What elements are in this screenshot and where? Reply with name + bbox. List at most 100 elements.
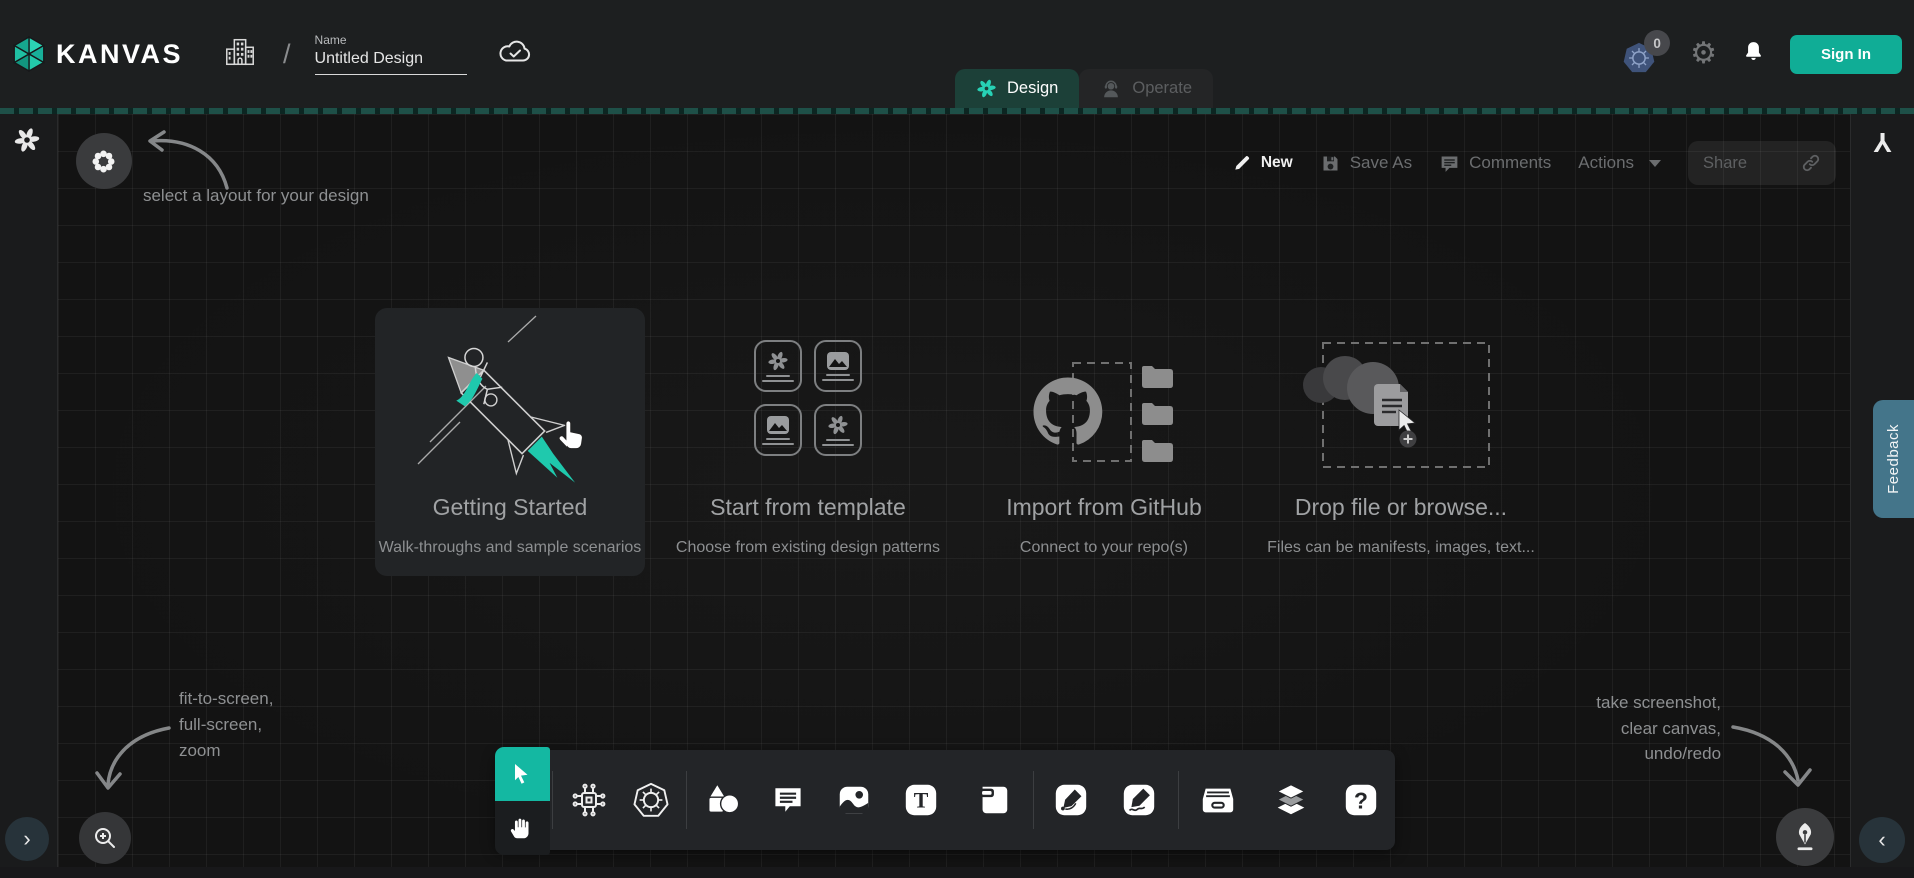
design-canvas[interactable]: select a layout for your design: [58, 114, 1850, 867]
kubernetes-wheel-icon: [632, 781, 670, 819]
drawer-icon: [1199, 781, 1237, 819]
pen-tool[interactable]: [1051, 780, 1091, 820]
text-tool[interactable]: T: [901, 780, 941, 820]
pencil-draw-tool[interactable]: [1119, 780, 1159, 820]
zoom-button[interactable]: [79, 812, 131, 864]
design-name-input[interactable]: Untitled Design: [315, 50, 467, 75]
spinner-swirl-icon[interactable]: [13, 126, 41, 159]
notifications-bell-icon[interactable]: [1741, 39, 1766, 70]
fork-y-icon[interactable]: Y: [1851, 126, 1914, 158]
select-tool-button[interactable]: [495, 747, 550, 801]
select-tool-flyout: [495, 747, 550, 855]
card-getting-started[interactable]: Getting Started Walk-throughs and sample…: [375, 308, 645, 576]
pinwheel-icon: [767, 350, 789, 372]
shapes-tool[interactable]: [703, 780, 743, 820]
pan-hand-tool-button[interactable]: [495, 801, 550, 855]
chevron-right-icon: ›: [23, 826, 30, 852]
comment-bubble-icon: [770, 782, 806, 818]
actions-dropdown[interactable]: Actions: [1578, 153, 1661, 173]
card-start-from-template[interactable]: Start from template Choose from existing…: [673, 308, 943, 576]
image-icon: [835, 781, 873, 819]
expand-left-panel-button[interactable]: ›: [5, 817, 49, 861]
layers-icon: [1272, 781, 1310, 819]
assets-drawer-tool[interactable]: [1198, 780, 1238, 820]
card-drop-file-or-browse[interactable]: Drop file or browse... Files can be mani…: [1266, 308, 1536, 576]
canvas-actions-toolbar: New Save As: [1232, 141, 1836, 185]
tab-operate[interactable]: Operate: [1079, 69, 1213, 108]
layout-flower-icon: [90, 148, 117, 175]
save-as-label: Save As: [1350, 153, 1412, 173]
caret-down-icon: [1649, 160, 1661, 167]
template-tile: [754, 404, 802, 456]
bottom-toolbar: T: [495, 750, 1395, 850]
component-chip-tool[interactable]: [569, 780, 609, 820]
new-label: New: [1261, 154, 1293, 172]
pointer-hand-cursor: [553, 414, 593, 459]
magnifier-plus-icon: [90, 823, 120, 853]
brand-hexagon-icon: [12, 35, 46, 73]
pen-nib-icon: [1790, 820, 1820, 854]
share-button[interactable]: Share: [1688, 141, 1836, 185]
card-subtitle: Files can be manifests, images, text...: [1266, 539, 1536, 557]
layers-tool[interactable]: [1271, 780, 1311, 820]
zoom-hint-text: fit-to-screen, full-screen, zoom: [179, 686, 273, 764]
tab-design-label: Design: [1007, 79, 1058, 98]
kubernetes-tool[interactable]: [631, 780, 671, 820]
feedback-tab[interactable]: Feedback: [1873, 400, 1914, 518]
card-title: Drop file or browse...: [1266, 494, 1536, 521]
pen-nib-button[interactable]: [1776, 808, 1834, 866]
comments-button[interactable]: Comments: [1439, 153, 1551, 174]
svg-text:?: ?: [1354, 788, 1368, 814]
card-subtitle: Walk-throughs and sample scenarios: [375, 539, 645, 557]
breadcrumb-separator: /: [283, 39, 291, 70]
template-tile: [754, 340, 802, 392]
hand-icon: [509, 815, 535, 841]
main-area: › select a layout for your design: [0, 114, 1914, 867]
pencil-scribble-icon: [1120, 781, 1158, 819]
screenshot-hint-text: take screenshot, clear canvas, undo/redo: [1596, 690, 1721, 767]
brand-logo[interactable]: KANVAS: [12, 35, 183, 73]
pinwheel-icon: [827, 414, 849, 436]
card-title: Getting Started: [375, 494, 645, 521]
comments-icon: [1439, 153, 1460, 174]
bottom-strip: [0, 867, 1914, 878]
collapse-right-panel-button[interactable]: ‹: [1859, 817, 1905, 863]
svg-text:T: T: [914, 789, 929, 813]
note-tool[interactable]: [973, 780, 1013, 820]
note-icon: [974, 781, 1012, 819]
floppy-save-icon: [1320, 153, 1341, 174]
cluster-count-badge: 0: [1644, 30, 1670, 56]
image-icon: [826, 351, 850, 371]
question-mark-icon: ?: [1342, 781, 1380, 819]
comment-tool[interactable]: [768, 780, 808, 820]
text-t-icon: T: [902, 781, 940, 819]
settings-gear-icon[interactable]: ⚙: [1690, 39, 1717, 69]
design-name-label: Name: [315, 33, 467, 47]
card-subtitle: Connect to your repo(s): [969, 539, 1239, 557]
cursor-arrow-icon: [510, 762, 534, 786]
operate-headset-icon: [1100, 78, 1122, 100]
sign-in-button[interactable]: Sign In: [1790, 35, 1902, 74]
template-tile: [814, 404, 862, 456]
template-tile: [814, 340, 862, 392]
new-design-button[interactable]: New: [1232, 153, 1293, 173]
image-icon: [766, 415, 790, 435]
comments-label: Comments: [1469, 153, 1551, 173]
help-tool[interactable]: ?: [1341, 780, 1381, 820]
card-import-from-github[interactable]: Import from GitHub Connect to your repo(…: [969, 308, 1239, 576]
feedback-label: Feedback: [1885, 424, 1902, 494]
image-tool[interactable]: [834, 780, 874, 820]
header-actions: 0 ⚙ Sign In: [1622, 0, 1902, 108]
repo-folder-icons: [1142, 366, 1173, 462]
layout-selector-button[interactable]: [76, 133, 132, 189]
cluster-status-button[interactable]: 0: [1622, 32, 1666, 76]
tab-design[interactable]: Design: [955, 69, 1079, 108]
save-as-button[interactable]: Save As: [1320, 153, 1412, 174]
shapes-icon: [704, 781, 742, 819]
mode-tabs: Design Operate: [955, 69, 1213, 108]
app-root: KANVAS /: [0, 0, 1914, 878]
pencil-new-icon: [1232, 153, 1252, 173]
cloud-saved-icon: [497, 38, 533, 70]
organization-icon[interactable]: [223, 35, 257, 74]
card-title: Import from GitHub: [969, 494, 1239, 521]
